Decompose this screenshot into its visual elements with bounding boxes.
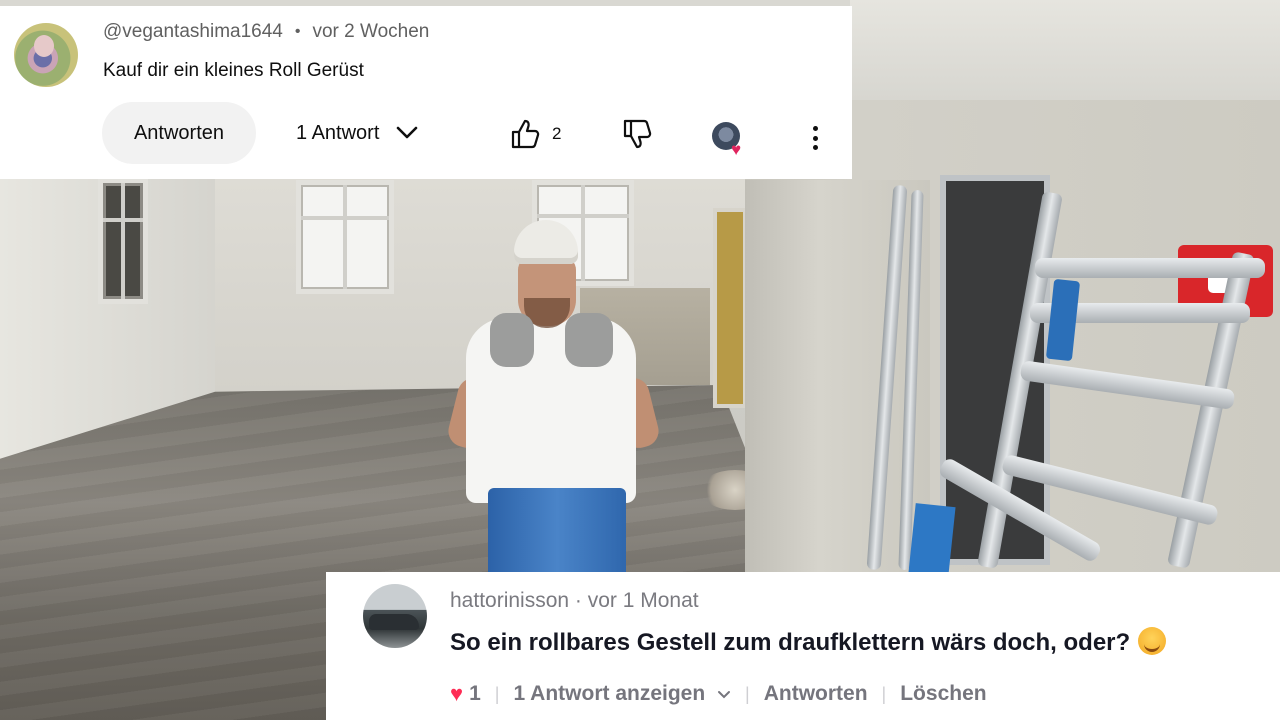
username-link[interactable]: @vegantashima1644 bbox=[103, 20, 283, 44]
chevron-down-icon bbox=[718, 691, 731, 699]
chevron-down-icon bbox=[397, 126, 418, 139]
heart-icon[interactable]: ♥ bbox=[450, 680, 463, 708]
delete-button[interactable]: Löschen bbox=[900, 680, 986, 708]
separator: | bbox=[494, 684, 500, 704]
window bbox=[98, 178, 148, 304]
separator-dot: • bbox=[294, 23, 301, 40]
comment-body: So ein rollbares Gestell zum draufklette… bbox=[450, 629, 1131, 656]
cap bbox=[514, 220, 578, 264]
comment-actions: ♥ 1 | 1 Antwort anzeigen | Antworten | L… bbox=[450, 680, 987, 708]
user-avatar[interactable] bbox=[363, 584, 427, 648]
youtube-comment-card: @vegantashima1644 • vor 2 Wochen Kauf di… bbox=[0, 6, 852, 179]
ceiling bbox=[850, 0, 1280, 100]
separator: | bbox=[745, 684, 750, 704]
separator: | bbox=[881, 684, 887, 704]
like-button[interactable]: 2 bbox=[510, 118, 561, 150]
door bbox=[713, 208, 747, 408]
thumbs-up-icon bbox=[511, 119, 540, 149]
show-replies-button[interactable]: 1 Antwort bbox=[296, 120, 419, 146]
blue-scaffold-part bbox=[908, 503, 956, 577]
window bbox=[296, 180, 394, 294]
more-vertical-icon[interactable] bbox=[804, 124, 826, 152]
comment-header: @vegantashima1644 • vor 2 Wochen bbox=[103, 20, 429, 44]
ladder-rung bbox=[1035, 258, 1265, 278]
glove bbox=[565, 313, 613, 367]
thumbs-down-icon bbox=[623, 119, 652, 149]
glove bbox=[490, 313, 534, 367]
user-avatar[interactable] bbox=[14, 23, 78, 87]
comment-timestamp[interactable]: vor 2 Wochen bbox=[312, 20, 429, 44]
view-replies-button[interactable]: 1 Antwort anzeigen bbox=[513, 680, 731, 708]
comment-text: Kauf dir ein kleines Roll Gerüst bbox=[103, 60, 364, 81]
reply-button[interactable]: Antworten bbox=[102, 102, 256, 164]
tiktok-comment-card: hattorinisson · vor 1 Monat So ein rollb… bbox=[326, 572, 1280, 720]
like-count: 1 bbox=[469, 682, 481, 705]
like-count: 2 bbox=[552, 124, 562, 143]
replies-label: 1 Antwort bbox=[296, 122, 380, 144]
dislike-button[interactable] bbox=[622, 118, 652, 155]
comment-text: So ein rollbares Gestell zum draufklette… bbox=[450, 627, 1167, 658]
view-replies-label: 1 Antwort anzeigen bbox=[513, 682, 706, 705]
reply-button[interactable]: Antworten bbox=[764, 680, 868, 708]
comment-header[interactable]: hattorinisson · vor 1 Monat bbox=[450, 588, 699, 614]
creator-heart-icon: ♥ bbox=[731, 140, 742, 159]
relieved-face-emoji-icon bbox=[1138, 627, 1167, 655]
person-pointing bbox=[445, 218, 662, 578]
